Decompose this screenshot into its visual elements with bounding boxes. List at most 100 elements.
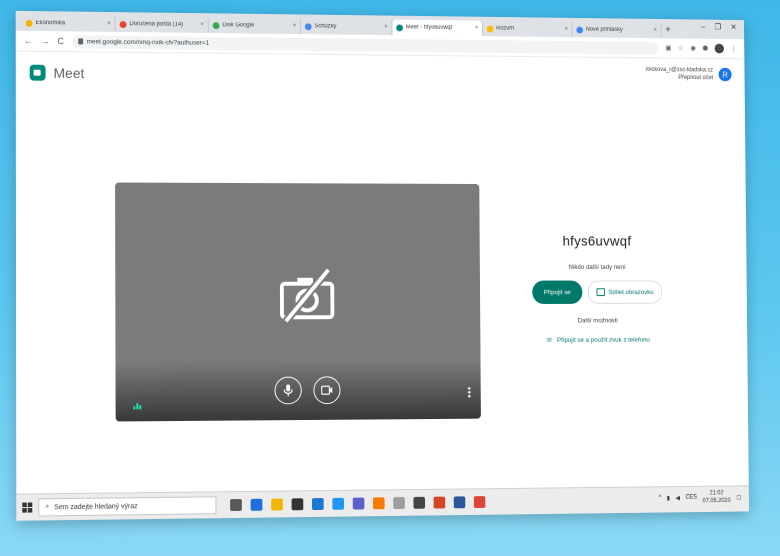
url-text: meet.google.com/nmq-nxik-cfv?authuser=1 xyxy=(86,37,210,47)
participants-status: Nikdo další tady není xyxy=(568,264,626,271)
browser-tab[interactable]: Meet - hfys6uvwqf × xyxy=(392,19,483,37)
browser-tab[interactable]: Nové přihlášky × xyxy=(572,21,662,39)
back-button[interactable]: ← xyxy=(24,36,33,46)
windows-logo-icon xyxy=(22,502,33,513)
switch-account-link[interactable]: Přepnout účet xyxy=(646,74,713,82)
tab-label: Disk Google xyxy=(222,22,255,29)
camera-off-icon xyxy=(278,266,336,325)
cast-icon[interactable]: ▣ xyxy=(665,44,671,52)
browser-tab[interactable]: Schůzky × xyxy=(300,18,393,36)
tab-label: Schůzky xyxy=(314,23,337,30)
video-preview xyxy=(115,182,481,422)
browser-tab[interactable]: Doručená pošta (14) × xyxy=(115,16,209,33)
mail-app-icon[interactable] xyxy=(312,498,324,511)
microphone-icon xyxy=(283,384,293,396)
video-camera-icon xyxy=(321,385,333,395)
tab-label: Nové přihlášky xyxy=(585,26,623,34)
audio-level-icon xyxy=(133,403,142,410)
tab-label: Rozvrh xyxy=(496,25,515,32)
reload-button[interactable]: C xyxy=(57,36,63,46)
browser-tab[interactable]: Rozvrh × xyxy=(482,20,573,38)
join-button[interactable]: Připojit se xyxy=(532,280,583,304)
tab-close-icon[interactable]: × xyxy=(384,24,387,30)
task-view-app-icon[interactable] xyxy=(230,498,242,512)
tab-close-icon[interactable]: × xyxy=(654,28,657,34)
account-area: mickova_r@zsc-kladska.cz Přepnout účet R xyxy=(646,66,732,82)
taskbar-search-placeholder: Sem zadejte hledaný výraz xyxy=(54,502,138,511)
windows-taskbar: ⌕ Sem zadejte hledaný výraz ^ ▮ ◀ CES 21… xyxy=(16,485,750,521)
store-app-icon[interactable] xyxy=(291,498,304,511)
system-tray: ^ ▮ ◀ CES 21:02 07.05.2020 ▢ xyxy=(658,489,742,506)
files-app-icon[interactable] xyxy=(372,497,385,510)
tab-favicon-icon xyxy=(396,23,403,31)
tab-favicon-icon xyxy=(486,25,494,32)
taskbar-search-box[interactable]: ⌕ Sem zadejte hledaný výraz xyxy=(38,496,217,517)
bookmark-star-icon[interactable]: ☆ xyxy=(678,44,684,52)
powerpoint-app-icon[interactable] xyxy=(433,496,446,509)
notifications-icon[interactable]: ▢ xyxy=(736,494,741,501)
tab-close-icon[interactable]: × xyxy=(293,23,296,29)
start-button[interactable] xyxy=(16,494,38,520)
forward-button[interactable]: → xyxy=(41,36,50,46)
vertical-dots-icon xyxy=(468,387,471,398)
tab-favicon-icon xyxy=(212,21,220,29)
tab-close-icon[interactable]: × xyxy=(475,25,478,31)
window-controls: – ❐ ✕ xyxy=(701,22,737,31)
present-label: Sdílet obrazovku xyxy=(608,288,654,296)
screen: Ekonomika × Doručená pošta (14) × Disk Googl… xyxy=(15,10,750,521)
extension-icon[interactable]: ◉ xyxy=(690,44,696,52)
join-by-phone-label: Připojit se a použít zvuk z telefonu xyxy=(556,336,650,344)
tab-favicon-icon xyxy=(25,19,33,27)
microphone-toggle-button[interactable] xyxy=(274,376,302,405)
tab-label: Doručená pošta (14) xyxy=(129,21,184,28)
chrome-app-icon[interactable] xyxy=(473,496,486,509)
close-window-button[interactable]: ✕ xyxy=(730,23,736,32)
meeting-code: hfys6uvwqf xyxy=(562,232,632,249)
join-actions: Připojit se Sdílet obrazovku xyxy=(512,280,682,304)
join-by-phone-link[interactable]: ☏ Připojit se a použít zvuk z telefonu xyxy=(513,336,683,344)
account-avatar[interactable]: R xyxy=(718,67,732,82)
menu-dots-icon[interactable]: ⋮ xyxy=(730,45,737,53)
maximize-button[interactable]: ❐ xyxy=(715,23,722,32)
tab-label: Meet - hfys6uvwqf xyxy=(405,24,453,31)
input-language[interactable]: CES xyxy=(685,495,697,501)
settings-app-icon[interactable] xyxy=(413,496,426,509)
browser-profile-avatar[interactable]: S xyxy=(714,43,724,54)
camera-toggle-button[interactable] xyxy=(313,376,341,405)
new-tab-button[interactable]: + xyxy=(665,23,671,38)
word-app-icon[interactable] xyxy=(453,496,466,509)
tab-favicon-icon xyxy=(119,20,127,28)
phone-icon: ☏ xyxy=(545,337,554,344)
tab-close-icon[interactable]: × xyxy=(107,21,110,27)
address-bar[interactable]: meet.google.com/nmq-nxik-cfv?authuser=1 xyxy=(71,34,658,55)
browser-tab[interactable]: Ekonomika × xyxy=(21,14,116,32)
tab-close-icon[interactable]: × xyxy=(200,22,203,28)
tab-close-icon[interactable]: × xyxy=(565,27,568,33)
chat-app-icon[interactable] xyxy=(393,497,405,510)
taskbar-clock[interactable]: 21:02 07.05.2020 xyxy=(703,489,731,505)
taskbar-apps xyxy=(230,496,486,512)
app-title: Meet xyxy=(53,64,85,82)
volume-icon[interactable]: ◀ xyxy=(676,494,680,501)
puzzle-icon[interactable]: ⬢ xyxy=(702,45,708,52)
edge-app-icon[interactable] xyxy=(250,498,263,511)
network-icon[interactable]: ▮ xyxy=(667,494,670,501)
present-icon xyxy=(596,288,605,297)
join-panel: hfys6uvwqf Nikdo další tady není Připoji… xyxy=(512,233,682,344)
browser-tab[interactable]: Disk Google × xyxy=(208,17,302,35)
present-screen-button[interactable]: Sdílet obrazovku xyxy=(587,280,663,304)
explorer-app-icon[interactable] xyxy=(271,498,283,511)
meet-logo-icon xyxy=(29,64,46,81)
tab-label: Ekonomika xyxy=(35,20,66,27)
tab-favicon-icon xyxy=(304,22,312,30)
minimize-button[interactable]: – xyxy=(701,22,705,31)
account-info: mickova_r@zsc-kladska.cz Přepnout účet xyxy=(646,66,714,82)
preview-more-options-button[interactable] xyxy=(467,385,471,403)
teams-app-icon[interactable] xyxy=(352,497,365,510)
extension-area: ▣ ☆ ◉ ⬢ S ⋮ xyxy=(665,43,737,54)
meet-header: Meet mickova_r@zsc-kladska.cz Přepnout ú… xyxy=(16,52,745,100)
tab-favicon-icon xyxy=(576,26,584,34)
tray-chevron-icon[interactable]: ^ xyxy=(659,495,662,501)
clock-date: 07.05.2020 xyxy=(702,498,731,505)
lms-app-icon[interactable] xyxy=(332,497,345,510)
